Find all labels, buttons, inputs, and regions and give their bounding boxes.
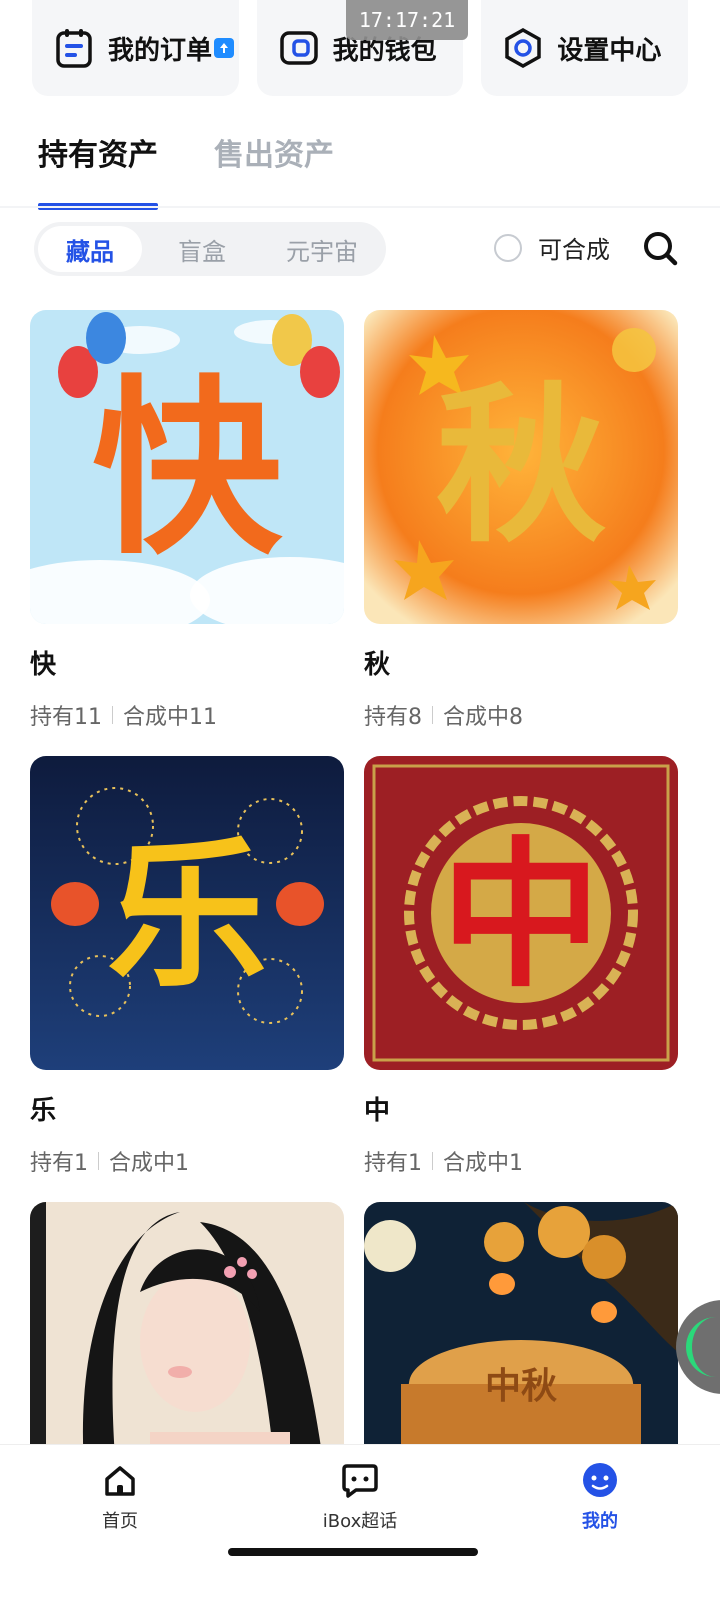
combinable-label: 可合成 xyxy=(538,236,610,264)
combinable-filter[interactable]: 可合成 xyxy=(494,230,610,265)
bottom-navigation: 首页 iBox超话 我的 xyxy=(0,1444,720,1600)
nav-profile[interactable]: 我的 xyxy=(480,1445,720,1600)
order-icon xyxy=(54,28,94,68)
tab-divider xyxy=(0,206,720,208)
tab-held-assets[interactable]: 持有资产 xyxy=(38,130,158,210)
settings-icon xyxy=(503,28,543,68)
collectible-glyph: 中 xyxy=(441,822,601,1009)
category-segment: 藏品 盲盒 元宇宙 xyxy=(34,222,386,276)
collectible-meta: 持有1 合成中1 xyxy=(30,1145,344,1177)
meta-divider xyxy=(432,1152,433,1170)
held-count: 持有1 xyxy=(30,1151,88,1176)
meta-divider xyxy=(98,1152,99,1170)
nav-ibox-topics-label: iBox超话 xyxy=(322,1511,398,1532)
profile-icon xyxy=(580,1461,620,1501)
collectible-image[interactable]: 乐 xyxy=(30,756,344,1070)
collectible-name: 中 xyxy=(364,1096,391,1126)
meta-divider xyxy=(112,706,113,724)
tab-sold-assets[interactable]: 售出资产 xyxy=(214,130,334,210)
status-time: 17:17:21 xyxy=(346,0,468,40)
collectible-card[interactable]: 快 快 持有11 合成中11 xyxy=(30,310,344,756)
settings-label: 设置中心 xyxy=(557,35,662,66)
floating-assistant-button[interactable] xyxy=(676,1300,720,1394)
collectible-image[interactable]: 秋 xyxy=(364,310,678,624)
collectible-card[interactable]: 中 中 持有1 合成中1 xyxy=(364,756,678,1202)
combining-count: 合成中1 xyxy=(443,1151,523,1176)
nav-ibox-topics[interactable]: iBox超话 xyxy=(240,1445,480,1600)
collectible-name: 乐 xyxy=(30,1096,57,1126)
search-icon[interactable] xyxy=(640,228,680,268)
my-orders-label: 我的订单 xyxy=(108,35,213,66)
chat-icon xyxy=(340,1461,380,1501)
upload-badge-icon xyxy=(214,38,234,58)
nav-home[interactable]: 首页 xyxy=(0,1445,240,1600)
collectible-card[interactable]: 乐 乐 持有1 合成中1 xyxy=(30,756,344,1202)
collectible-glyph: 快 xyxy=(92,359,283,580)
home-indicator xyxy=(228,1548,478,1556)
collectible-glyph: 秋 xyxy=(436,366,606,566)
collectible-glyph: 中秋 xyxy=(485,1365,557,1407)
combining-count: 合成中11 xyxy=(123,705,217,730)
collectible-image[interactable]: 快 xyxy=(30,310,344,624)
collectible-meta: 持有11 合成中11 xyxy=(30,699,344,731)
segment-blind-box[interactable]: 盲盒 xyxy=(142,226,262,272)
asset-tabs: 持有资产 售出资产 xyxy=(38,130,334,210)
segment-collectibles[interactable]: 藏品 xyxy=(38,226,142,272)
combining-count: 合成中1 xyxy=(109,1151,189,1176)
settings-card[interactable]: 设置中心 xyxy=(481,0,689,96)
assistant-icon xyxy=(686,1317,720,1377)
collectible-image[interactable]: 中 xyxy=(364,756,678,1070)
collectible-grid: 快 快 持有11 合成中11 秋 秋 持有8 合成中8 乐 乐 持有1 合成中1… xyxy=(30,310,678,1600)
held-count: 持有11 xyxy=(30,705,102,730)
home-icon xyxy=(100,1461,140,1501)
meta-divider xyxy=(432,706,433,724)
collectible-meta: 持有8 合成中8 xyxy=(364,699,678,731)
segment-metaverse[interactable]: 元宇宙 xyxy=(262,226,382,272)
collectible-glyph: 乐 xyxy=(107,822,267,1009)
held-count: 持有1 xyxy=(364,1151,422,1176)
combinable-radio[interactable] xyxy=(494,233,522,262)
collectible-name: 秋 xyxy=(364,650,391,680)
my-orders-card[interactable]: 我的订单 xyxy=(32,0,239,96)
held-count: 持有8 xyxy=(364,705,422,730)
collectible-name: 快 xyxy=(30,650,57,680)
wallet-icon xyxy=(279,28,319,68)
collectible-card[interactable]: 秋 秋 持有8 合成中8 xyxy=(364,310,678,756)
nav-profile-label: 我的 xyxy=(582,1511,618,1532)
collectible-meta: 持有1 合成中1 xyxy=(364,1145,678,1177)
combining-count: 合成中8 xyxy=(443,705,523,730)
nav-home-label: 首页 xyxy=(102,1511,138,1532)
